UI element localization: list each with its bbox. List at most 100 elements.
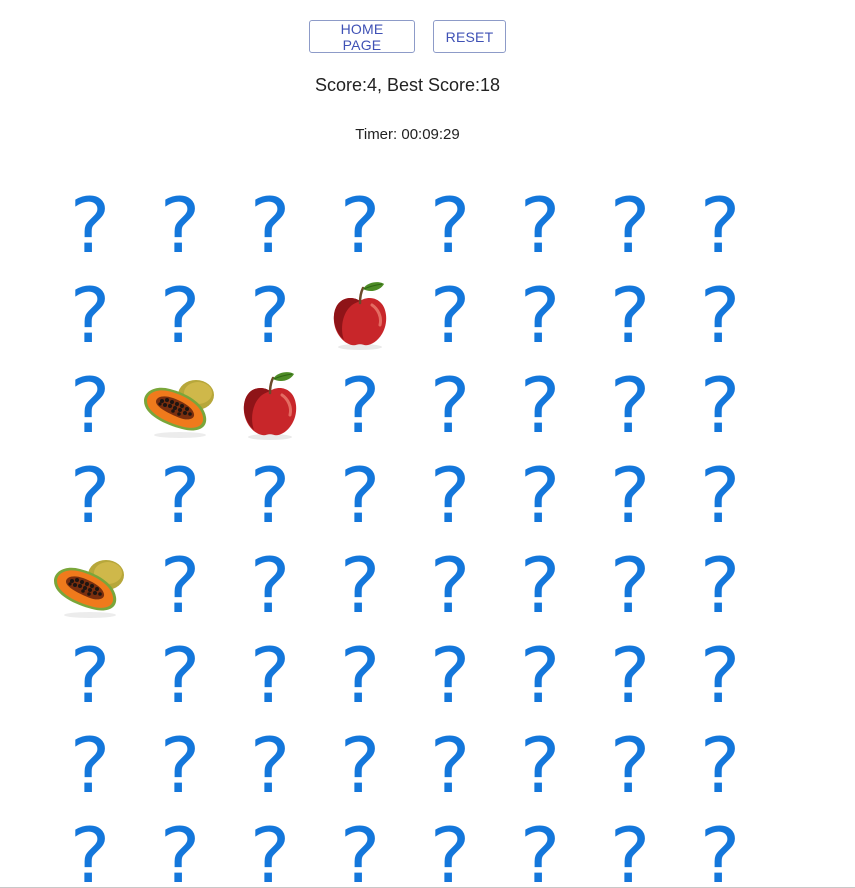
card-hidden[interactable]: ? — [495, 630, 585, 720]
question-mark-icon: ? — [339, 361, 381, 450]
card-hidden[interactable]: ? — [315, 540, 405, 630]
question-mark-icon: ? — [699, 721, 741, 810]
question-mark-icon: ? — [159, 811, 201, 888]
card-hidden[interactable]: ? — [225, 720, 315, 810]
question-mark-icon: ? — [429, 181, 471, 270]
card-hidden[interactable]: ? — [225, 810, 315, 888]
card-hidden[interactable]: ? — [45, 360, 135, 450]
question-mark-icon: ? — [429, 271, 471, 360]
card-hidden[interactable]: ? — [675, 720, 765, 810]
card-hidden[interactable]: ? — [405, 540, 495, 630]
card-hidden[interactable]: ? — [225, 270, 315, 360]
card-hidden[interactable]: ? — [675, 360, 765, 450]
card-hidden[interactable]: ? — [315, 450, 405, 540]
question-mark-icon: ? — [519, 181, 561, 270]
card-hidden[interactable]: ? — [405, 270, 495, 360]
papaya-icon — [144, 380, 214, 438]
card-hidden[interactable]: ? — [585, 450, 675, 540]
card-hidden[interactable]: ? — [225, 450, 315, 540]
card-hidden[interactable]: ? — [135, 180, 225, 270]
question-mark-icon: ? — [159, 631, 201, 720]
card-hidden[interactable]: ? — [135, 810, 225, 888]
card-hidden[interactable]: ? — [585, 720, 675, 810]
question-mark-icon: ? — [519, 721, 561, 810]
top-button-bar: HOME PAGE RESET — [0, 20, 815, 53]
card-hidden[interactable]: ? — [45, 180, 135, 270]
card-revealed-papaya[interactable] — [135, 360, 225, 450]
question-mark-icon: ? — [69, 811, 111, 888]
card-revealed-papaya[interactable] — [45, 540, 135, 630]
question-mark-icon: ? — [429, 631, 471, 720]
question-mark-icon: ? — [609, 271, 651, 360]
card-hidden[interactable]: ? — [405, 630, 495, 720]
question-mark-icon: ? — [339, 721, 381, 810]
question-mark-icon: ? — [69, 721, 111, 810]
card-hidden[interactable]: ? — [135, 720, 225, 810]
card-grid: ??????????? ????? ????????????? ? ? ? ? … — [45, 180, 765, 888]
card-hidden[interactable]: ? — [585, 180, 675, 270]
card-hidden[interactable]: ? — [225, 630, 315, 720]
question-mark-icon: ? — [609, 811, 651, 888]
card-hidden[interactable]: ? — [45, 270, 135, 360]
reset-button[interactable]: RESET — [433, 20, 506, 53]
card-hidden[interactable]: ? — [405, 450, 495, 540]
question-mark-icon: ? — [69, 181, 111, 270]
question-mark-icon: ? — [69, 271, 111, 360]
card-hidden[interactable]: ? — [225, 180, 315, 270]
card-hidden[interactable]: ? — [315, 630, 405, 720]
card-hidden[interactable]: ? — [135, 450, 225, 540]
card-hidden[interactable]: ? — [585, 630, 675, 720]
card-hidden[interactable]: ? — [315, 720, 405, 810]
card-hidden[interactable]: ? — [675, 180, 765, 270]
card-hidden[interactable]: ? — [675, 810, 765, 888]
question-mark-icon: ? — [159, 721, 201, 810]
card-hidden[interactable]: ? — [45, 720, 135, 810]
question-mark-icon: ? — [699, 361, 741, 450]
card-hidden[interactable]: ? — [495, 450, 585, 540]
card-hidden[interactable]: ? — [405, 180, 495, 270]
memory-game-page: HOME PAGE RESET Score:4, Best Score:18 T… — [0, 0, 855, 888]
question-mark-icon: ? — [339, 631, 381, 720]
card-hidden[interactable]: ? — [135, 270, 225, 360]
question-mark-icon: ? — [249, 181, 291, 270]
card-hidden[interactable]: ? — [495, 270, 585, 360]
card-hidden[interactable]: ? — [495, 810, 585, 888]
card-hidden[interactable]: ? — [45, 450, 135, 540]
card-hidden[interactable]: ? — [495, 720, 585, 810]
card-hidden[interactable]: ? — [675, 270, 765, 360]
card-hidden[interactable]: ? — [495, 540, 585, 630]
card-hidden[interactable]: ? — [405, 720, 495, 810]
question-mark-icon: ? — [609, 451, 651, 540]
card-hidden[interactable]: ? — [315, 360, 405, 450]
question-mark-icon: ? — [339, 811, 381, 888]
card-hidden[interactable]: ? — [45, 630, 135, 720]
card-hidden[interactable]: ? — [135, 630, 225, 720]
card-hidden[interactable]: ? — [585, 270, 675, 360]
card-hidden[interactable]: ? — [135, 540, 225, 630]
card-hidden[interactable]: ? — [405, 810, 495, 888]
timer-display: Timer: 00:09:29 — [355, 126, 460, 143]
card-hidden[interactable]: ? — [675, 630, 765, 720]
card-hidden[interactable]: ? — [45, 810, 135, 888]
card-revealed-apple[interactable] — [225, 360, 315, 450]
home-page-button[interactable]: HOME PAGE — [309, 20, 415, 53]
question-mark-icon: ? — [339, 451, 381, 540]
card-hidden[interactable]: ? — [495, 180, 585, 270]
card-hidden[interactable]: ? — [675, 450, 765, 540]
card-revealed-apple[interactable] — [315, 270, 405, 360]
card-hidden[interactable]: ? — [405, 360, 495, 450]
question-mark-icon: ? — [249, 451, 291, 540]
question-mark-icon: ? — [609, 541, 651, 630]
score-display: Score:4, Best Score:18 — [314, 75, 501, 95]
card-hidden[interactable]: ? — [315, 180, 405, 270]
card-hidden[interactable]: ? — [315, 810, 405, 888]
question-mark-icon: ? — [609, 631, 651, 720]
card-hidden[interactable]: ? — [585, 540, 675, 630]
question-mark-icon: ? — [699, 811, 741, 888]
card-hidden[interactable]: ? — [585, 810, 675, 888]
card-hidden[interactable]: ? — [675, 540, 765, 630]
card-hidden[interactable]: ? — [585, 360, 675, 450]
apple-icon — [333, 282, 387, 350]
card-hidden[interactable]: ? — [225, 540, 315, 630]
card-hidden[interactable]: ? — [495, 360, 585, 450]
